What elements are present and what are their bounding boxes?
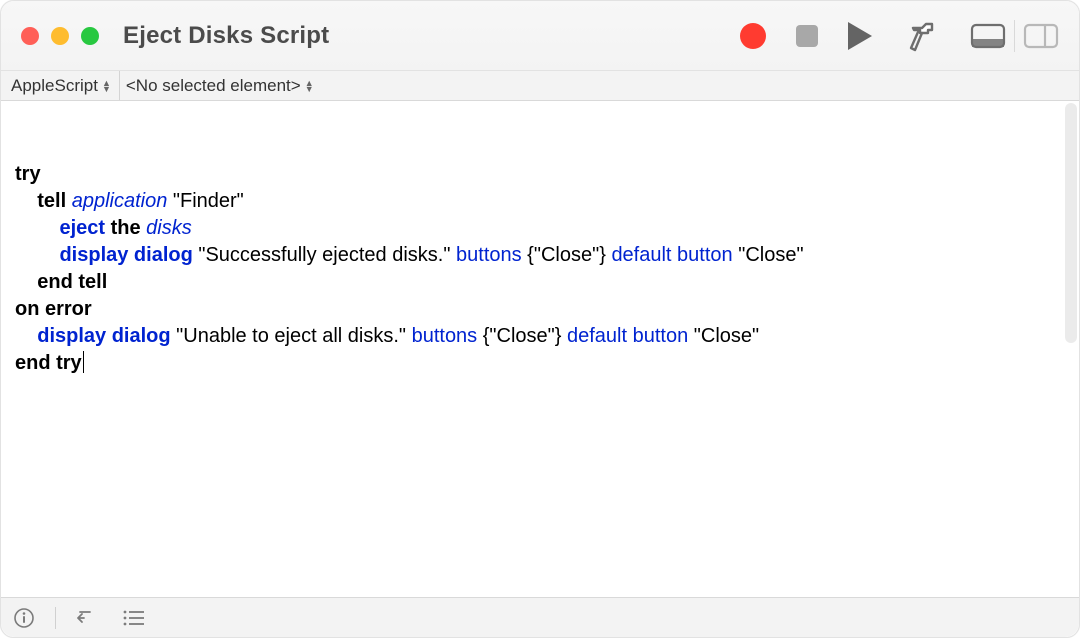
toggle-bottom-panel-button[interactable]: [970, 22, 1006, 50]
stop-button[interactable]: [796, 25, 818, 47]
bottom-toolbar: [1, 597, 1079, 637]
kw-disks: disks: [146, 217, 192, 239]
element-label: <No selected element>: [126, 76, 301, 96]
str-success: "Successfully ejected disks.": [193, 244, 456, 266]
result-button[interactable]: [76, 608, 102, 628]
kw-end-try: end try: [15, 352, 82, 374]
list-close-2: {"Close"}: [477, 325, 567, 347]
kw-buttons: buttons: [456, 244, 522, 266]
separator: [55, 607, 56, 629]
kw-tell: tell: [37, 190, 66, 212]
element-selector[interactable]: <No selected element> ▲▼: [120, 71, 322, 100]
toolbar-separator: [1014, 20, 1015, 52]
cmd-display-dialog-2: display dialog: [37, 325, 170, 347]
run-button[interactable]: [848, 22, 872, 50]
text-cursor: [83, 351, 84, 373]
minimize-window-button[interactable]: [51, 27, 69, 45]
titlebar: Eject Disks Script: [1, 1, 1079, 71]
kw-end-tell: end tell: [37, 271, 107, 293]
kw-try: try: [15, 163, 41, 185]
cmd-display-dialog: display dialog: [59, 244, 192, 266]
log-button[interactable]: [122, 609, 146, 627]
description-button[interactable]: [13, 607, 35, 629]
kw-buttons-2: buttons: [412, 325, 478, 347]
navigation-bar: AppleScript ▲▼ <No selected element> ▲▼: [1, 71, 1079, 101]
record-button[interactable]: [740, 23, 766, 49]
vertical-scrollbar[interactable]: [1065, 103, 1077, 343]
kw-default-button-2: default button: [567, 325, 688, 347]
language-selector[interactable]: AppleScript ▲▼: [5, 71, 120, 100]
toolbar: [740, 20, 1059, 52]
kw-application: application: [72, 190, 168, 212]
language-label: AppleScript: [11, 76, 98, 96]
toggle-side-panel-button[interactable]: [1023, 22, 1059, 50]
kw-the: the: [105, 217, 146, 239]
str-close: "Close": [733, 244, 804, 266]
zoom-window-button[interactable]: [81, 27, 99, 45]
close-window-button[interactable]: [21, 27, 39, 45]
str-close-2: "Close": [688, 325, 759, 347]
window-controls: [21, 27, 99, 45]
code-editor[interactable]: try tell application "Finder" eject the …: [1, 101, 1079, 597]
chevron-up-down-icon: ▲▼: [102, 80, 111, 92]
list-close: {"Close"}: [522, 244, 612, 266]
script-editor-window: Eject Disks Script: [0, 0, 1080, 638]
chevron-up-down-icon: ▲▼: [305, 80, 314, 92]
window-title: Eject Disks Script: [123, 22, 329, 50]
kw-on-error: on error: [15, 298, 92, 320]
str-finder: "Finder": [167, 190, 243, 212]
str-unable: "Unable to eject all disks.": [171, 325, 412, 347]
kw-default-button: default button: [611, 244, 732, 266]
cmd-eject: eject: [59, 217, 105, 239]
compile-button[interactable]: [902, 20, 940, 52]
